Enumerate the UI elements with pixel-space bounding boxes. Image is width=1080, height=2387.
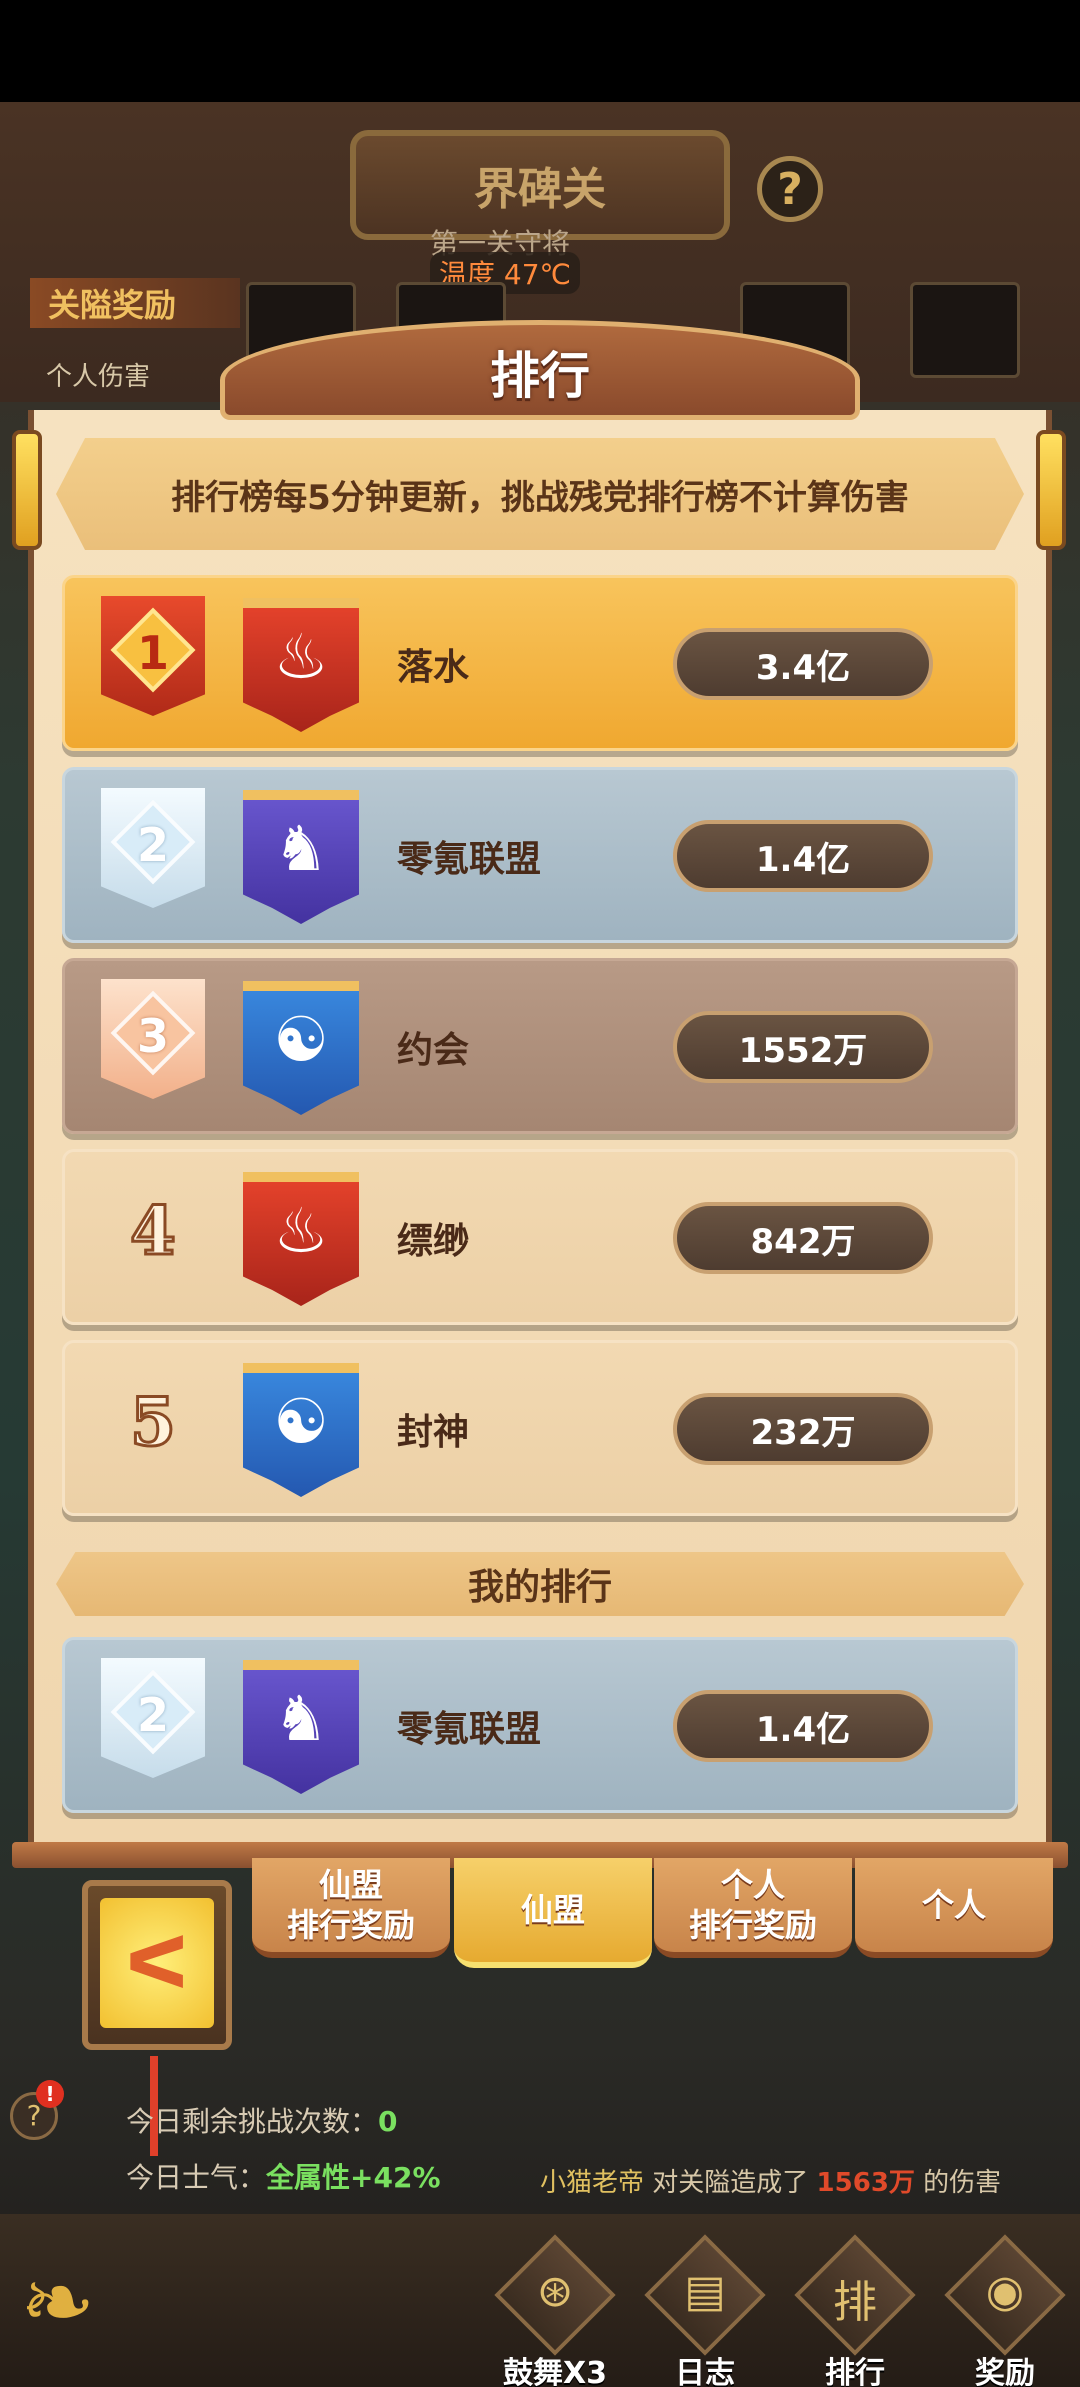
rank-number: 2 (136, 818, 169, 872)
nav-label: 鼓舞X3 (502, 2356, 607, 2387)
ranking-row-mine[interactable]: 2 ♞ 零氪联盟 1.4亿 (62, 1637, 1018, 1813)
pass-reward-label: 关隘奖励 (30, 278, 240, 328)
nav-label: 日志 (675, 2356, 735, 2387)
leaf-decoration-icon: ❧ (20, 2250, 96, 2355)
banner-trim (243, 1660, 359, 1670)
rank-medal-icon: 2 (93, 788, 213, 928)
modal-banner: 排行 (220, 320, 860, 420)
notice-bar: 排行榜每5分钟更新，挑战残党排行榜不计算伤害 (56, 438, 1024, 550)
reward-slot[interactable] (910, 282, 1020, 378)
beast-icon: ♞ (243, 790, 359, 924)
emblem-glyph: ♨ (273, 1194, 329, 1267)
ranking-row-5[interactable]: 5 ☯ 封神 232万 (62, 1340, 1018, 1516)
nav-label: 排行 (825, 2356, 885, 2387)
phoenix-icon: ♨ (243, 598, 359, 732)
tab-label-line2: 排行奖励 (286, 1906, 415, 1944)
notification-badge-icon: ! (36, 2080, 64, 2108)
banner-trim (243, 981, 359, 991)
damage-score: 3.4亿 (673, 628, 933, 700)
ticker-text-end: 的伤害 (914, 2168, 1002, 2198)
reward-glyph: ◉ (985, 2266, 1025, 2317)
ticker-amount: 1563万 (816, 2168, 915, 2198)
tab-label-line1: 仙盟 (520, 1891, 585, 1929)
tab-label-line1: 个人 (921, 1886, 986, 1924)
phoenix-icon: ♨ (243, 1172, 359, 1306)
my-rank-header: 我的排行 (56, 1552, 1024, 1616)
rank-number: 2 (136, 1688, 169, 1742)
guild-name: 封神 (397, 1412, 470, 1453)
damage-score: 1.4亿 (673, 1690, 933, 1762)
remaining-challenges-value: 0 (378, 2105, 398, 2138)
modal-title: 排行 (490, 347, 590, 405)
rank-number: 3 (136, 1009, 169, 1063)
rank-number: 1 (136, 626, 169, 680)
help-button[interactable]: ? (757, 156, 823, 222)
ranking-row-3[interactable]: 3 ☯ 约会 1552万 (62, 958, 1018, 1134)
banner-trim (243, 790, 359, 800)
nav-reward[interactable]: ◉ 奖励 (940, 2234, 1070, 2387)
status-bar (0, 0, 1080, 102)
personal-damage-label: 个人伤害 (46, 362, 151, 392)
remaining-challenges: 今日剩余挑战次数：0 (126, 2100, 398, 2140)
nav-label: 奖励 (975, 2356, 1035, 2387)
emblem-glyph: ♞ (273, 812, 329, 885)
damage-ticker: 小猫老帝 对关隘造成了 1563万 的伤害 (540, 2162, 1001, 2199)
tab-label-line2: 排行奖励 (688, 1906, 817, 1944)
guild-name: 约会 (397, 1030, 470, 1071)
banner-trim (243, 1172, 359, 1182)
morale-label: 今日士气： (126, 2161, 267, 2194)
damage-score: 1.4亿 (673, 820, 933, 892)
tab-guild[interactable]: 仙盟 (454, 1858, 652, 1968)
nav-inspire[interactable]: ⊛ 鼓舞X3 (490, 2234, 620, 2387)
ranking-row-4[interactable]: 4 ♨ 缥缈 842万 (62, 1149, 1018, 1325)
nav-ranking[interactable]: 排 排行 (790, 2234, 920, 2387)
tab-personal-rank-reward[interactable]: 个人 排行奖励 (654, 1858, 852, 1958)
back-arrow-icon: ᐸ (100, 1898, 214, 2028)
rank-medal-icon: 2 (93, 1658, 213, 1798)
emblem-glyph: ♞ (273, 1682, 329, 1755)
swirl-icon: ☯ (243, 1363, 359, 1497)
scroll-rod-left (12, 430, 42, 550)
emblem-glyph: ♨ (273, 620, 329, 693)
rank-number: 4 (129, 1191, 178, 1272)
guild-name: 零氪联盟 (397, 1709, 542, 1750)
tab-guild-rank-reward[interactable]: 仙盟 排行奖励 (252, 1858, 450, 1958)
morale-value: 全属性+42% (266, 2161, 441, 2194)
ranking-row-2[interactable]: 2 ♞ 零氪联盟 1.4亿 (62, 767, 1018, 943)
rank-medal-icon: 3 (93, 979, 213, 1119)
ranking-glyph: 排 (833, 2277, 877, 2328)
ticker-text: 对关隘造成了 (644, 2168, 817, 2198)
beast-icon: ♞ (243, 1660, 359, 1794)
damage-score: 1552万 (673, 1011, 933, 1083)
remaining-challenges-label: 今日剩余挑战次数： (126, 2105, 379, 2138)
damage-score: 842万 (673, 1202, 933, 1274)
log-glyph: ▤ (684, 2266, 726, 2317)
ticker-player: 小猫老帝 (540, 2168, 645, 2198)
scroll-rod-right (1036, 430, 1066, 550)
swirl-icon: ☯ (243, 981, 359, 1115)
rank-number: 5 (129, 1382, 178, 1463)
tab-label-line1: 个人 (720, 1866, 785, 1904)
tab-label-line1: 仙盟 (318, 1866, 383, 1904)
nav-log[interactable]: ▤ 日志 (640, 2234, 770, 2387)
morale-line: 今日士气：全属性+42% (126, 2156, 441, 2196)
tab-personal[interactable]: 个人 (855, 1858, 1053, 1958)
guild-name: 缥缈 (397, 1221, 470, 1262)
banner-trim (243, 1363, 359, 1373)
back-button[interactable]: ᐸ (82, 1880, 232, 2050)
damage-score: 232万 (673, 1393, 933, 1465)
guild-name: 落水 (397, 647, 470, 688)
guild-name: 零氪联盟 (397, 839, 542, 880)
drum-glyph: ⊛ (536, 2266, 574, 2317)
banner-trim (243, 598, 359, 608)
emblem-glyph: ☯ (273, 1385, 329, 1458)
rank-medal-icon: 1 (93, 596, 213, 736)
emblem-glyph: ☯ (273, 1003, 329, 1076)
ranking-row-1[interactable]: 1 ♨ 落水 3.4亿 (62, 575, 1018, 751)
